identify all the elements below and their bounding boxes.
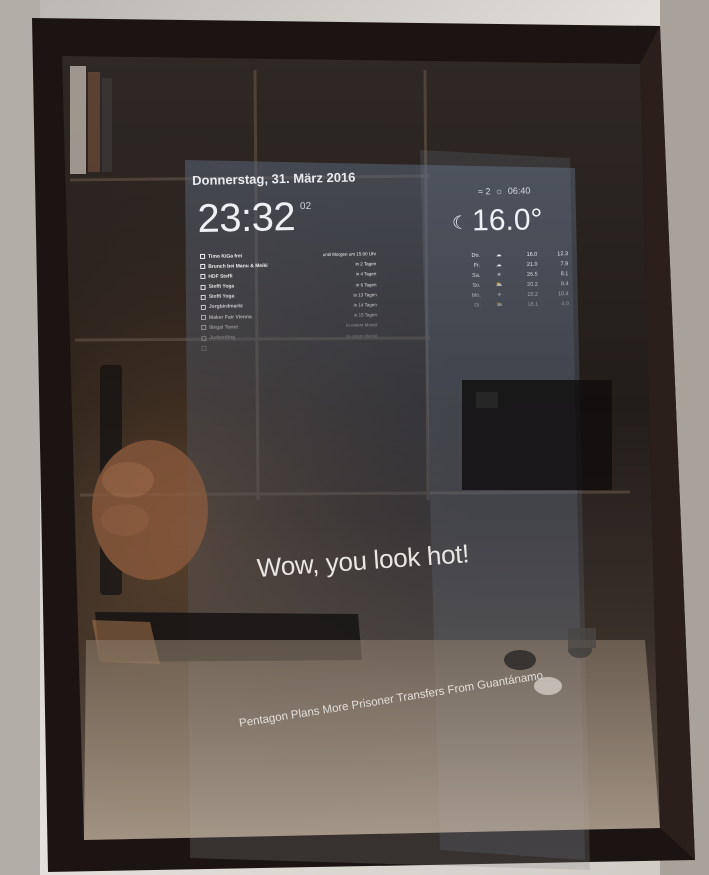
forecast-max: 26.5	[526, 271, 538, 278]
calendar-icon	[200, 284, 206, 290]
current-temperature-value: 16.0°	[471, 203, 543, 238]
forecast-day: Fr.	[473, 262, 481, 269]
sunrise-time: 06:40	[507, 185, 531, 196]
calendar-item-title: Brunch bei Manu & Meiki	[208, 262, 268, 270]
calendar-item-when: in einem Monat	[346, 332, 378, 339]
forecast-min: 9.4	[560, 281, 569, 288]
calendar-item-when: in 4 Tagen	[355, 271, 377, 277]
calendar-icon	[201, 335, 207, 341]
forecast-table: Do. ☁ 16.0 12.3 Fr. ☁ 21.0 7.9 Sa. ☀ 26.…	[462, 251, 569, 313]
calendar-item-title: Steffi Yoga	[208, 293, 235, 301]
clock-seconds: 02	[299, 200, 312, 213]
calendar-item-when: in 14 Tagen	[353, 302, 377, 308]
calendar-item-title: Timo KiGa frei	[208, 252, 243, 260]
forecast-row: Di. ⛅ 18.1 4.0	[463, 301, 569, 313]
forecast-day: Di.	[474, 302, 481, 309]
forecast-max: 21.0	[526, 261, 538, 268]
calendar-icon	[200, 304, 206, 310]
calendar-item-title: Jurbenfing	[209, 334, 236, 341]
calendar-icon	[200, 274, 206, 280]
partly-cloudy-icon: ⛅	[496, 302, 504, 309]
calendar-icon	[200, 253, 206, 259]
forecast-max: 16.0	[526, 251, 538, 258]
calendar-list: Timo KiGa frei until Morgen um 15:00 Uhr…	[200, 249, 378, 354]
forecast-min: 4.0	[561, 301, 569, 308]
calendar-icon	[200, 264, 206, 270]
forecast-max: 18.1	[527, 301, 539, 308]
forecast-min: 7.9	[560, 261, 569, 268]
calendar-item-title: Steffi Yoga	[208, 283, 235, 290]
calendar-item-when: until Morgen um 15:00 Uhr	[322, 251, 377, 258]
cloud-icon: ☁	[496, 262, 502, 269]
mirror-photo-background	[0, 0, 709, 875]
calendar-item-when: in 13 Tagen	[353, 291, 377, 298]
forecast-day: Sa.	[472, 272, 481, 279]
forecast-max: 20.2	[527, 281, 538, 288]
calendar-item-title: HDF Steffi	[208, 273, 233, 280]
calendar-item-title: Maker Fair Vienna	[208, 313, 252, 321]
partly-cloudy-icon: ⛅	[495, 282, 503, 289]
calendar-item-title: Illegal Tonet	[209, 324, 239, 331]
calendar-item	[201, 341, 377, 353]
weather-summary: ≈ 2 ☼ 06:40	[478, 186, 530, 197]
moon-icon: ☾	[451, 212, 469, 233]
calendar-icon	[201, 345, 207, 351]
mirror-photo: Donnerstag, 31. März 2016 23:32 02 Timo …	[0, 0, 709, 875]
forecast-min: 12.3	[557, 251, 569, 258]
sun-icon: ☀	[496, 272, 502, 279]
forecast-max: 15.2	[527, 291, 539, 298]
clock-time: 23:32	[197, 194, 296, 241]
current-temperature: ☾ 16.0°	[452, 203, 543, 239]
calendar-item-when: in einem Monat	[346, 322, 378, 329]
calendar-item-when: in 6 Tagen	[355, 281, 377, 288]
calendar-item-title: Jorgbirdmarkt	[208, 303, 243, 311]
calendar-icon	[201, 325, 207, 331]
calendar-item-when: in 15 Tagen	[353, 312, 378, 318]
forecast-day: Do.	[471, 252, 481, 259]
calendar-item-when: in 2 Tagen	[355, 261, 377, 267]
wind-icon: ≈	[477, 186, 484, 197]
calendar-icon	[200, 294, 206, 300]
forecast-day: Mo.	[471, 292, 481, 299]
sun-icon: ☀	[496, 292, 502, 299]
forecast-min: 10.4	[557, 291, 569, 298]
sunrise-icon: ☼	[494, 186, 504, 197]
cloud-icon: ☁	[495, 252, 502, 259]
wind-speed: 2	[485, 186, 491, 197]
calendar-icon	[200, 315, 207, 321]
forecast-min: 8.1	[560, 271, 569, 278]
forecast-day: So.	[472, 282, 481, 289]
